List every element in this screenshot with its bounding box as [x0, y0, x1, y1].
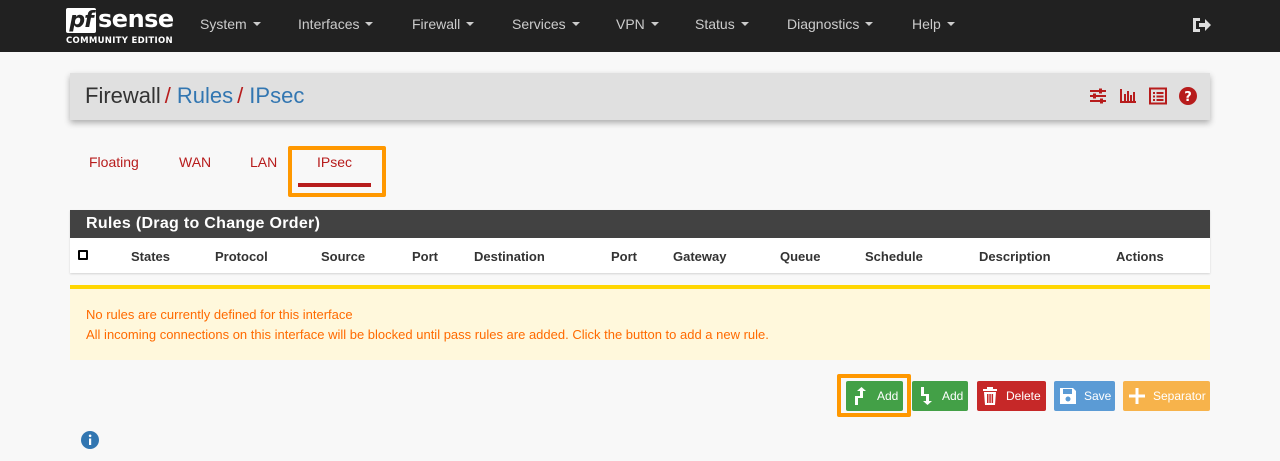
nav-interfaces[interactable]: Interfaces	[298, 0, 374, 52]
nav-vpn[interactable]: VPN	[616, 0, 659, 52]
nav-status[interactable]: Status	[695, 0, 749, 52]
rules-table-heading: Rules (Drag to Change Order)	[70, 210, 1210, 238]
tab-lan[interactable]: LAN	[250, 154, 277, 170]
caret-down-icon	[865, 22, 874, 27]
column-header-dest-port: Port	[611, 249, 637, 264]
caret-down-icon	[466, 22, 475, 27]
nav-diagnostics[interactable]: Diagnostics	[787, 0, 874, 52]
breadcrumb-panel: Firewall / Rules / IPsec ?	[70, 73, 1210, 120]
nav-vpn-label: VPN	[616, 16, 645, 32]
select-all-checkbox[interactable]	[78, 250, 88, 260]
add-bottom-label: Add	[942, 389, 964, 403]
highlight-box-ipsec-tab	[288, 146, 386, 197]
caret-down-icon	[571, 22, 580, 27]
help-icon[interactable]: ?	[1178, 86, 1198, 106]
delete-label: Delete	[1006, 389, 1041, 403]
nav-firewall-label: Firewall	[412, 16, 461, 32]
caret-down-icon	[946, 22, 955, 27]
list-icon[interactable]	[1148, 86, 1168, 106]
nav-system-label: System	[200, 16, 247, 32]
breadcrumb-separator: /	[164, 83, 171, 108]
warning-line-2: All incoming connections on this interfa…	[86, 327, 769, 342]
nav-firewall[interactable]: Firewall	[412, 0, 475, 52]
column-header-queue: Queue	[780, 249, 821, 264]
floppy-disk-icon	[1060, 388, 1076, 404]
column-header-states: States	[131, 249, 171, 264]
logo-subtitle: COMMUNITY EDITION	[66, 36, 173, 46]
column-header-schedule: Schedule	[865, 249, 923, 264]
breadcrumb-actions: ?	[1082, 86, 1198, 108]
arrow-turn-down-icon	[921, 387, 932, 405]
column-header-gateway: Gateway	[673, 249, 727, 264]
save-label: Save	[1084, 389, 1112, 403]
info-icon[interactable]	[80, 430, 100, 450]
breadcrumb-separator: /	[237, 83, 244, 108]
nav-diagnostics-label: Diagnostics	[787, 16, 860, 32]
rules-table: Rules (Drag to Change Order) States Prot…	[70, 210, 1210, 273]
nav-interfaces-label: Interfaces	[298, 16, 360, 32]
separator-label: Separator	[1153, 389, 1206, 403]
logo-pf-mark: pf	[66, 8, 96, 33]
column-header-description: Description	[979, 249, 1051, 264]
column-header-actions: Actions	[1116, 249, 1164, 264]
add-rule-bottom-button[interactable]: Add	[912, 381, 968, 411]
column-header-destination: Destination	[474, 249, 545, 264]
nav-services[interactable]: Services	[512, 0, 580, 52]
warning-line-1: No rules are currently defined for this …	[86, 307, 353, 322]
top-navbar: pf sense COMMUNITY EDITION System Interf…	[0, 0, 1280, 52]
add-separator-button[interactable]: Separator	[1123, 381, 1210, 411]
breadcrumb-rules-link[interactable]: Rules	[177, 83, 233, 108]
caret-down-icon	[252, 22, 261, 27]
caret-down-icon	[650, 22, 659, 27]
caret-down-icon	[365, 22, 374, 27]
delete-button[interactable]: Delete	[977, 381, 1046, 411]
nav-system[interactable]: System	[200, 0, 261, 52]
breadcrumb-firewall: Firewall	[85, 83, 161, 108]
tab-wan[interactable]: WAN	[179, 154, 211, 170]
sliders-icon[interactable]	[1088, 86, 1108, 106]
nav-help-label: Help	[912, 16, 941, 32]
logo-wordmark: sense	[98, 5, 174, 33]
breadcrumb: Firewall / Rules / IPsec	[85, 83, 304, 109]
nav-status-label: Status	[695, 16, 735, 32]
highlight-box-add-button	[837, 374, 911, 417]
column-header-port: Port	[412, 249, 438, 264]
pfsense-logo[interactable]: pf sense COMMUNITY EDITION	[66, 5, 176, 48]
column-header-source: Source	[321, 249, 366, 264]
bar-chart-icon[interactable]	[1118, 86, 1138, 106]
nav-help[interactable]: Help	[912, 0, 955, 52]
save-button[interactable]: Save	[1054, 381, 1115, 411]
sign-out-icon[interactable]	[1190, 14, 1212, 36]
no-rules-warning: No rules are currently defined for this …	[70, 285, 1210, 360]
column-header-protocol: Protocol	[215, 249, 268, 264]
breadcrumb-ipsec-link[interactable]: IPsec	[249, 83, 304, 108]
tab-floating[interactable]: Floating	[89, 154, 139, 170]
svg-text:?: ?	[1184, 90, 1192, 105]
caret-down-icon	[740, 22, 749, 27]
nav-services-label: Services	[512, 16, 566, 32]
plus-icon	[1129, 388, 1145, 404]
trash-icon	[983, 387, 997, 405]
